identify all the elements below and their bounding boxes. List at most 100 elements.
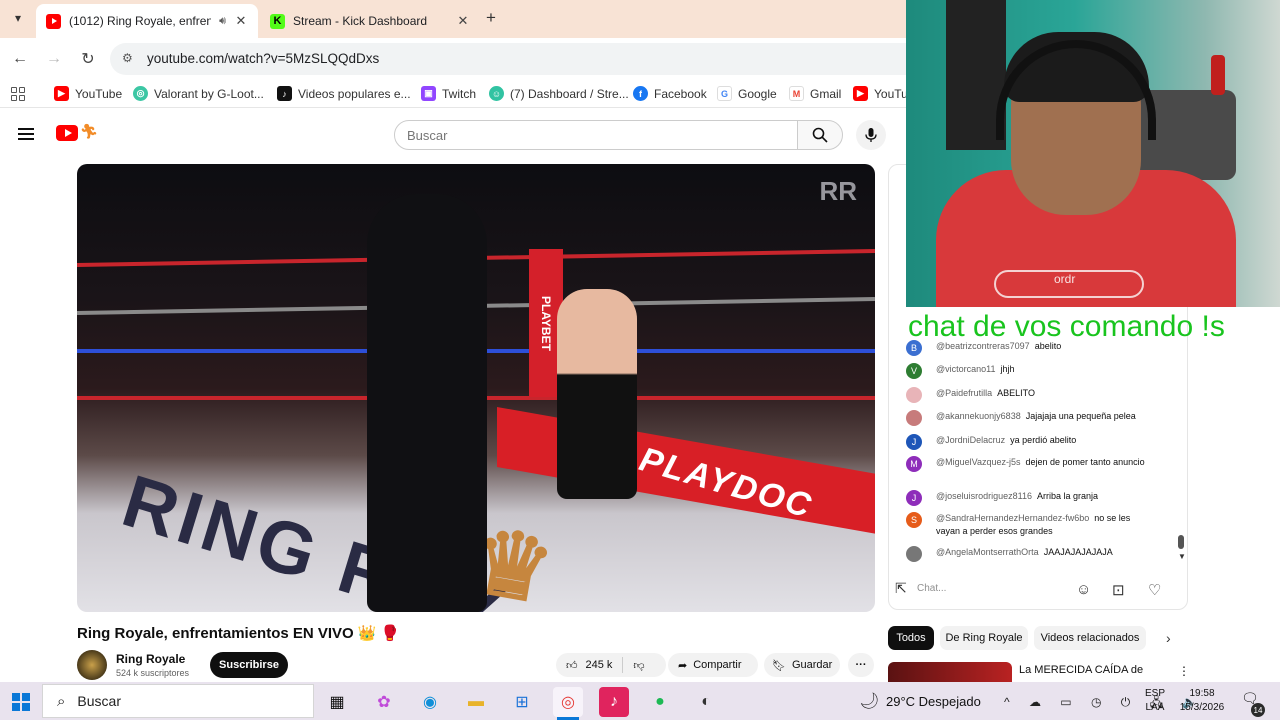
chat-avatar: J bbox=[906, 434, 922, 450]
chat-message-body: @akannekuonjy6838 Jajajaja una pequeña pe… bbox=[936, 410, 1154, 423]
forward-arrow-icon[interactable]: → bbox=[43, 48, 65, 70]
chat-author[interactable]: @akannekuonjy6838 bbox=[936, 411, 1021, 421]
share-label: Compartir bbox=[693, 659, 742, 671]
windows-start-icon[interactable] bbox=[12, 693, 30, 711]
language-indicator[interactable]: ESP LAA bbox=[1145, 687, 1165, 715]
bookmark-label: Valorant by G-Loot... bbox=[154, 86, 264, 101]
edge-icon[interactable]: ◉ bbox=[415, 687, 445, 717]
system-clock[interactable]: 19:58 15/3/2026 bbox=[1175, 687, 1229, 715]
twitch-icon: ▣ bbox=[421, 86, 436, 101]
recommendation-thumbnail[interactable] bbox=[888, 662, 1012, 684]
youtube-favicon-icon bbox=[46, 13, 61, 29]
apps-grid-icon[interactable] bbox=[11, 87, 25, 101]
gloot-icon: ◎ bbox=[133, 86, 148, 101]
back-arrow-icon[interactable]: ← bbox=[9, 48, 31, 70]
bookmark-twitch[interactable]: ▣ Twitch bbox=[421, 86, 476, 101]
microsoft-store-icon[interactable]: ⊞ bbox=[507, 687, 537, 717]
channel-watermark: RR bbox=[819, 176, 857, 206]
subscribe-button[interactable]: Suscribirse bbox=[210, 652, 288, 678]
chat-text: Jajajaja una pequeña pelea bbox=[1025, 411, 1136, 421]
close-tab-icon[interactable]: ✕ bbox=[456, 13, 470, 29]
bookmark-facebook[interactable]: f Facebook bbox=[633, 86, 707, 101]
clock-time: 19:58 bbox=[1189, 688, 1215, 699]
tab-title: Stream - Kick Dashboard bbox=[293, 14, 428, 28]
youtube-icon: ▶ bbox=[54, 86, 69, 101]
chat-text: Arriba la granja bbox=[1037, 491, 1099, 501]
site-info-icon[interactable]: ⚙︎ bbox=[122, 51, 133, 65]
address-bar[interactable]: ⚙︎ youtube.com/watch?v=5MzSLQQdDxs bbox=[110, 43, 906, 75]
video-title: Ring Royale, enfrentamientos EN VIVO 👑 🥊 bbox=[77, 625, 400, 642]
heart-icon[interactable]: ♡ bbox=[1148, 581, 1161, 599]
like-count: 245 k bbox=[585, 659, 613, 671]
speaker-icon[interactable]: 🔊︎ bbox=[219, 15, 226, 28]
tab-youtube[interactable]: (1012) Ring Royale, enfrentamientos EN V… bbox=[36, 4, 258, 38]
reload-icon[interactable]: ↻ bbox=[77, 48, 99, 70]
search-input[interactable]: Buscar bbox=[394, 120, 798, 150]
chat-author[interactable]: @MiguelVazquez-j5s bbox=[936, 457, 1021, 467]
video-player[interactable]: PLAYBET PLAYDOC RING ROY ♛ RR bbox=[77, 164, 875, 612]
chat-author[interactable]: @SandraHernandezHernandez-fw6bo bbox=[936, 513, 1089, 523]
chevron-right-icon[interactable]: › bbox=[1166, 630, 1171, 646]
chat-author[interactable]: @JordniDelacruz bbox=[936, 435, 1005, 445]
copilot-icon[interactable]: ✿ bbox=[369, 687, 399, 717]
chip-all[interactable]: Todos bbox=[888, 626, 934, 650]
chat-avatar: M bbox=[906, 456, 922, 472]
chat-text: dejen de pomer tanto anuncio bbox=[1025, 457, 1145, 467]
chat-input[interactable]: Chat... bbox=[917, 583, 946, 594]
task-view-icon[interactable]: ▦ bbox=[322, 687, 352, 717]
youtube-logo[interactable] bbox=[56, 125, 78, 141]
thumbs-up-icon: 👍︎ bbox=[566, 659, 578, 672]
bookmark-google[interactable]: G Google bbox=[717, 86, 777, 101]
chat-message-body: @SandraHernandezHernandez-fw6bo no se les… bbox=[936, 512, 1154, 538]
youtube-doodle-icon[interactable]: 🏃︎ bbox=[80, 123, 98, 140]
chip-related[interactable]: Videos relacionados bbox=[1034, 626, 1146, 650]
menu-hamburger-icon[interactable] bbox=[18, 128, 34, 140]
weather-text[interactable]: 29°C Despejado bbox=[886, 694, 981, 709]
super-chat-icon[interactable]: ⊡ bbox=[1112, 581, 1125, 599]
channel-avatar[interactable] bbox=[77, 650, 107, 680]
weather-moon-icon[interactable]: 🌙︎ bbox=[859, 691, 879, 711]
chat-author[interactable]: @AngelaMontserrathOrta bbox=[936, 547, 1039, 557]
obs-icon[interactable]: ◐ bbox=[691, 687, 721, 717]
emoji-icon[interactable]: ☺ bbox=[1076, 581, 1091, 598]
bookmark-youtube-2[interactable]: ▶ YouTu bbox=[853, 86, 908, 101]
chat-author[interactable]: @victorcano11 bbox=[936, 364, 996, 374]
more-actions-button[interactable]: ··· bbox=[848, 653, 874, 677]
bookmark-gmail[interactable]: M Gmail bbox=[789, 86, 841, 101]
bookmark-streamlabs[interactable]: ☺ (7) Dashboard / Stre... bbox=[489, 86, 629, 101]
more-vertical-icon[interactable]: ⋮ bbox=[1178, 664, 1190, 678]
chrome-icon[interactable]: ◎ bbox=[553, 687, 583, 720]
tab-kick-dashboard[interactable]: K Stream - Kick Dashboard ✕ bbox=[260, 4, 480, 38]
new-tab-plus-icon[interactable]: + bbox=[486, 8, 496, 28]
bookmark-valorant-gloot[interactable]: ◎ Valorant by G-Loot... bbox=[133, 86, 264, 101]
chat-scrollbar-thumb[interactable] bbox=[1178, 535, 1184, 549]
search-button[interactable] bbox=[797, 120, 843, 150]
scroll-down-icon[interactable]: ▼ bbox=[1178, 552, 1186, 561]
bookmark-label: Google bbox=[738, 86, 777, 101]
webcam-overlay: ordr bbox=[906, 0, 1280, 307]
tiktok-live-icon[interactable]: ♪ bbox=[599, 687, 629, 717]
chat-message-body: @JordniDelacruz ya perdió abelito bbox=[936, 434, 1154, 447]
close-tab-icon[interactable]: ✕ bbox=[234, 13, 248, 29]
shirt-text: ordr bbox=[1054, 272, 1076, 286]
bookmark-youtube[interactable]: ▶ YouTube bbox=[54, 86, 122, 101]
bookmark-tiktok[interactable]: ♪ Videos populares e... bbox=[277, 86, 411, 101]
like-button[interactable]: 👍︎ 245 k bbox=[556, 653, 622, 677]
taskbar-search-box[interactable]: ⌕ Buscar bbox=[42, 684, 314, 718]
chat-message-body: @victorcano11 jhjh bbox=[936, 363, 1154, 376]
chip-channel[interactable]: De Ring Royale bbox=[940, 626, 1028, 650]
save-button[interactable]: 🔖︎ Guardar bbox=[764, 653, 840, 677]
webcam-background-extinguisher bbox=[1211, 55, 1225, 95]
dislike-button[interactable]: 👎︎ bbox=[623, 653, 654, 677]
chat-author[interactable]: @joseluisrodriguez8116 bbox=[936, 491, 1032, 501]
url-text[interactable]: youtube.com/watch?v=5MzSLQQdDxs bbox=[147, 51, 379, 66]
recommendation-title[interactable]: La MERECIDA CAÍDA de bbox=[1019, 664, 1143, 676]
channel-name[interactable]: Ring Royale bbox=[116, 652, 185, 666]
spotify-icon[interactable]: ● bbox=[645, 687, 675, 717]
file-explorer-icon[interactable]: ▬ bbox=[461, 687, 491, 717]
share-button[interactable]: ➦ Compartir bbox=[668, 653, 758, 677]
chat-author[interactable]: @Paidefrutilla bbox=[936, 388, 992, 398]
tab-search-chevron-icon[interactable]: ▾ bbox=[4, 5, 32, 31]
bookmark-label: Twitch bbox=[442, 86, 477, 101]
voice-search-button[interactable] bbox=[856, 120, 886, 150]
